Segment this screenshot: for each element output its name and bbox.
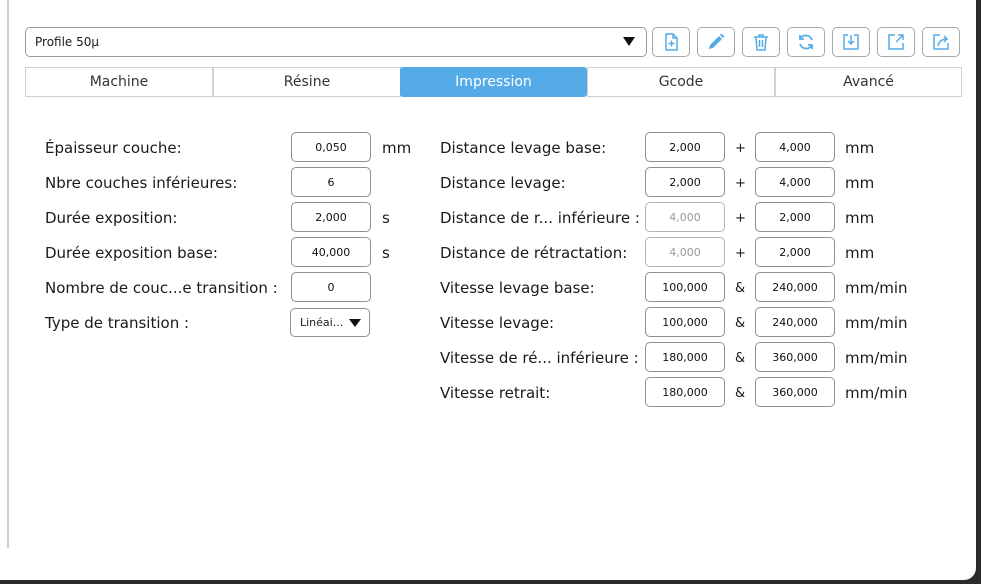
tab-avance[interactable]: Avancé — [775, 67, 962, 97]
transition-layers-label: Nombre de couc...e transition : — [45, 279, 278, 297]
transition-type-select[interactable]: Linéai... — [290, 308, 370, 337]
export-icon — [888, 34, 904, 50]
retract-speed-input-2[interactable]: 360,000 — [755, 377, 835, 407]
profile-select[interactable]: Profile 50µ — [25, 27, 647, 57]
export-button[interactable] — [877, 27, 915, 57]
lift-distance-label: Distance levage: — [440, 174, 566, 192]
lift-speed-input-2[interactable]: 240,000 — [755, 307, 835, 337]
lift-distance-unit: mm — [845, 174, 875, 192]
retract-distance-unit: mm — [845, 244, 875, 262]
retract-speed-input-1[interactable]: 180,000 — [645, 377, 725, 407]
bottom-retract-distance-label: Distance de r... inférieure : — [440, 209, 640, 227]
retract-distance-input-2[interactable]: 2,000 — [755, 237, 835, 267]
bottom-retract-distance-input-1: 4,000 — [645, 202, 725, 232]
tab-gcode[interactable]: Gcode — [587, 67, 775, 97]
base-exposure-unit: s — [382, 244, 390, 262]
base-lift-speed-label: Vitesse levage base: — [440, 279, 595, 297]
lift-distance-operator: + — [735, 176, 746, 191]
profile-select-value: Profile 50µ — [35, 35, 100, 49]
exposure-time-unit: s — [382, 209, 390, 227]
retract-distance-operator: + — [735, 246, 746, 261]
base-lift-distance-unit: mm — [845, 139, 875, 157]
new-profile-button[interactable] — [652, 27, 690, 57]
retract-speed-unit: mm/min — [845, 384, 908, 402]
lift-speed-input-1[interactable]: 100,000 — [645, 307, 725, 337]
layer-thickness-input[interactable]: 0,050 — [291, 132, 371, 162]
chevron-down-icon — [349, 319, 361, 327]
tab-resine[interactable]: Résine — [213, 67, 401, 97]
base-exposure-label: Durée exposition base: — [45, 244, 218, 262]
transition-type-value: Linéai... — [300, 316, 344, 329]
layer-thickness-unit: mm — [382, 139, 412, 157]
edit-profile-button[interactable] — [697, 27, 735, 57]
lift-distance-input-2[interactable]: 4,000 — [755, 167, 835, 197]
lift-speed-operator: & — [735, 316, 746, 331]
layer-thickness-label: Épaisseur couche: — [45, 139, 182, 157]
bottom-retract-speed-unit: mm/min — [845, 349, 908, 367]
base-lift-distance-input-1[interactable]: 2,000 — [645, 132, 725, 162]
lift-speed-unit: mm/min — [845, 314, 908, 332]
share-icon — [933, 34, 949, 50]
chevron-down-icon — [623, 37, 635, 46]
window-right-edge — [976, 0, 981, 584]
bottom-retract-speed-operator: & — [735, 351, 746, 366]
transition-layers-input[interactable]: 0 — [291, 272, 371, 302]
import-button[interactable] — [832, 27, 870, 57]
bottom-retract-speed-label: Vitesse de ré... inférieure : — [440, 349, 639, 367]
share-button[interactable] — [922, 27, 960, 57]
edit-profile-icon — [709, 33, 725, 49]
exposure-time-input[interactable]: 2,000 — [291, 202, 371, 232]
bottom-retract-speed-input-2[interactable]: 360,000 — [755, 342, 835, 372]
bottom-layers-label: Nbre couches inférieures: — [45, 174, 238, 192]
retract-speed-operator: & — [735, 386, 746, 401]
tab-impression[interactable]: Impression — [400, 67, 587, 97]
import-icon — [843, 34, 859, 50]
bottom-retract-distance-operator: + — [735, 211, 746, 226]
bottom-layers-input[interactable]: 6 — [291, 167, 371, 197]
retract-distance-label: Distance de rétractation: — [440, 244, 628, 262]
tab-machine[interactable]: Machine — [25, 67, 213, 97]
base-lift-distance-label: Distance levage base: — [440, 139, 607, 157]
window-bottom-edge — [0, 580, 981, 584]
retract-distance-input-1: 4,000 — [645, 237, 725, 267]
base-lift-distance-input-2[interactable]: 4,000 — [755, 132, 835, 162]
refresh-button[interactable] — [787, 27, 825, 57]
bottom-retract-distance-unit: mm — [845, 209, 875, 227]
base-lift-speed-unit: mm/min — [845, 279, 908, 297]
exposure-time-label: Durée exposition: — [45, 209, 178, 227]
left-panel-border — [7, 0, 9, 548]
base-lift-distance-operator: + — [735, 141, 746, 156]
bottom-retract-distance-input-2[interactable]: 2,000 — [755, 202, 835, 232]
lift-speed-label: Vitesse levage: — [440, 314, 555, 332]
delete-profile-icon — [754, 34, 768, 51]
bottom-retract-speed-input-1[interactable]: 180,000 — [645, 342, 725, 372]
refresh-icon — [799, 34, 813, 50]
base-lift-speed-input-2[interactable]: 240,000 — [755, 272, 835, 302]
transition-type-label: Type de transition : — [45, 314, 190, 332]
retract-speed-label: Vitesse retrait: — [440, 384, 551, 402]
base-lift-speed-input-1[interactable]: 100,000 — [645, 272, 725, 302]
base-lift-speed-operator: & — [735, 281, 746, 296]
delete-profile-button[interactable] — [742, 27, 780, 57]
lift-distance-input-1[interactable]: 2,000 — [645, 167, 725, 197]
new-profile-icon — [665, 33, 678, 51]
base-exposure-input[interactable]: 40,000 — [291, 237, 371, 267]
